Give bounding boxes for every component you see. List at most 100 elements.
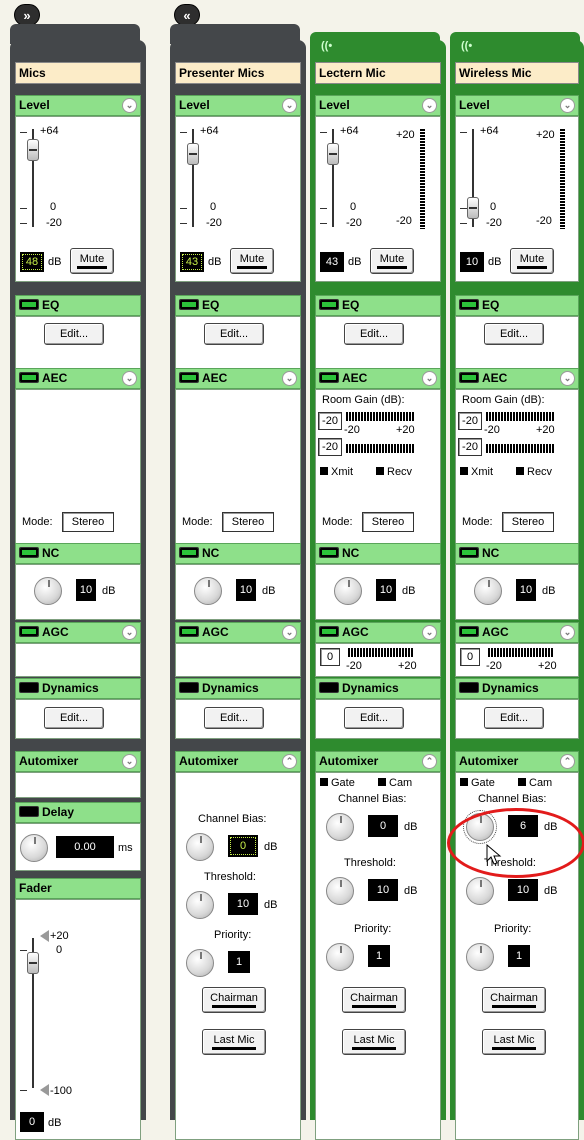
mute-button[interactable]: Mute xyxy=(370,248,414,274)
level-value-display[interactable]: 43 xyxy=(180,252,204,272)
dynamics-edit-button[interactable]: Edit... xyxy=(484,707,544,729)
automixer-header[interactable]: Automixer ⌃ xyxy=(315,751,441,772)
dynamics-header[interactable]: Dynamics xyxy=(175,678,301,699)
chevron-up-icon[interactable]: ⌃ xyxy=(560,754,575,769)
threshold-display[interactable]: 10 xyxy=(368,879,398,901)
nc-knob[interactable] xyxy=(334,577,362,605)
chevron-down-icon[interactable]: ⌄ xyxy=(422,371,437,386)
channel-bias-display[interactable]: 0 xyxy=(368,815,398,837)
dynamics-header[interactable]: Dynamics xyxy=(455,678,579,699)
agc-toggle[interactable] xyxy=(179,626,199,637)
last-mic-button[interactable]: Last Mic xyxy=(202,1029,266,1055)
channel-bias-display[interactable]: 0 xyxy=(228,835,258,857)
aec-header[interactable]: AEC ⌄ xyxy=(455,368,579,389)
chevron-down-icon[interactable]: ⌄ xyxy=(282,98,297,113)
level-header[interactable]: Level ⌄ xyxy=(175,95,301,116)
chevron-down-icon[interactable]: ⌄ xyxy=(122,625,137,640)
aec-toggle[interactable] xyxy=(459,372,479,383)
dynamics-toggle[interactable] xyxy=(319,682,339,693)
dynamics-edit-button[interactable]: Edit... xyxy=(44,707,104,729)
room-gain-input-2[interactable]: -20 xyxy=(458,438,482,456)
eq-edit-button[interactable]: Edit... xyxy=(484,323,544,345)
threshold-display[interactable]: 10 xyxy=(228,893,258,915)
collapse-button-left[interactable]: » xyxy=(14,4,40,26)
agc-toggle[interactable] xyxy=(19,626,39,637)
aec-toggle[interactable] xyxy=(179,372,199,383)
chevron-up-icon[interactable]: ⌃ xyxy=(282,754,297,769)
level-slider-thumb[interactable] xyxy=(27,139,39,161)
nc-toggle[interactable] xyxy=(459,547,479,558)
dynamics-toggle[interactable] xyxy=(19,682,39,693)
chevron-down-icon[interactable]: ⌄ xyxy=(560,625,575,640)
nc-value-display[interactable]: 10 xyxy=(236,579,256,601)
fader-thumb[interactable] xyxy=(27,952,39,974)
collapse-button-right[interactable]: « xyxy=(174,4,200,26)
chevron-down-icon[interactable]: ⌄ xyxy=(122,371,137,386)
dynamics-edit-button[interactable]: Edit... xyxy=(204,707,264,729)
priority-knob[interactable] xyxy=(186,949,214,977)
threshold-knob[interactable] xyxy=(326,877,354,905)
last-mic-button[interactable]: Last Mic xyxy=(342,1029,406,1055)
nc-knob[interactable] xyxy=(474,577,502,605)
chevron-down-icon[interactable]: ⌄ xyxy=(282,371,297,386)
level-header[interactable]: Level ⌄ xyxy=(15,95,141,116)
threshold-knob[interactable] xyxy=(186,891,214,919)
mode-select[interactable]: Stereo xyxy=(222,512,274,532)
chevron-up-icon[interactable]: ⌃ xyxy=(422,754,437,769)
eq-edit-button[interactable]: Edit... xyxy=(344,323,404,345)
nc-header[interactable]: NC xyxy=(15,543,141,564)
chevron-down-icon[interactable]: ⌄ xyxy=(560,98,575,113)
room-gain-input-2[interactable]: -20 xyxy=(318,438,342,456)
eq-header[interactable]: EQ xyxy=(175,295,301,316)
dynamics-toggle[interactable] xyxy=(459,682,479,693)
dynamics-edit-button[interactable]: Edit... xyxy=(344,707,404,729)
level-value-display[interactable]: 10 xyxy=(460,252,484,272)
level-slider-thumb[interactable] xyxy=(187,143,199,165)
agc-header[interactable]: AGC ⌄ xyxy=(455,622,579,643)
nc-knob[interactable] xyxy=(194,577,222,605)
fader-header[interactable]: Fader xyxy=(15,878,141,899)
aec-header[interactable]: AEC ⌄ xyxy=(315,368,441,389)
dynamics-header[interactable]: Dynamics xyxy=(15,678,141,699)
nc-value-display[interactable]: 10 xyxy=(76,579,96,601)
automixer-header[interactable]: Automixer ⌃ xyxy=(175,751,301,772)
eq-toggle[interactable] xyxy=(319,299,339,310)
automixer-header[interactable]: Automixer ⌄ xyxy=(15,751,141,772)
agc-header[interactable]: AGC ⌄ xyxy=(15,622,141,643)
delay-knob[interactable] xyxy=(20,834,48,862)
dynamics-toggle[interactable] xyxy=(179,682,199,693)
eq-edit-button[interactable]: Edit... xyxy=(204,323,264,345)
channel-bias-knob[interactable] xyxy=(326,813,354,841)
eq-edit-button[interactable]: Edit... xyxy=(44,323,104,345)
delay-toggle[interactable] xyxy=(19,806,39,817)
fader-value-display[interactable]: 0 xyxy=(20,1112,44,1132)
chevron-down-icon[interactable]: ⌄ xyxy=(122,754,137,769)
nc-header[interactable]: NC xyxy=(455,543,579,564)
mute-button[interactable]: Mute xyxy=(230,248,274,274)
dynamics-header[interactable]: Dynamics xyxy=(315,678,441,699)
eq-toggle[interactable] xyxy=(19,299,39,310)
nc-header[interactable]: NC xyxy=(175,543,301,564)
automixer-header[interactable]: Automixer ⌃ xyxy=(455,751,579,772)
agc-value-input[interactable]: 0 xyxy=(460,648,480,666)
chevron-down-icon[interactable]: ⌄ xyxy=(422,98,437,113)
agc-header[interactable]: AGC ⌄ xyxy=(315,622,441,643)
aec-header[interactable]: AEC ⌄ xyxy=(175,368,301,389)
mode-select[interactable]: Stereo xyxy=(62,512,114,532)
threshold-display[interactable]: 10 xyxy=(508,879,538,901)
nc-header[interactable]: NC xyxy=(315,543,441,564)
mode-select[interactable]: Stereo xyxy=(362,512,414,532)
room-gain-input-1[interactable]: -20 xyxy=(318,412,342,430)
level-value-display[interactable]: 48 xyxy=(20,252,44,272)
chevron-down-icon[interactable]: ⌄ xyxy=(422,625,437,640)
chairman-button[interactable]: Chairman xyxy=(482,987,546,1013)
level-header[interactable]: Level ⌄ xyxy=(455,95,579,116)
chairman-button[interactable]: Chairman xyxy=(202,987,266,1013)
chevron-down-icon[interactable]: ⌄ xyxy=(122,98,137,113)
eq-toggle[interactable] xyxy=(179,299,199,310)
priority-display[interactable]: 1 xyxy=(228,951,250,973)
aec-header[interactable]: AEC ⌄ xyxy=(15,368,141,389)
priority-knob[interactable] xyxy=(466,943,494,971)
delay-header[interactable]: Delay xyxy=(15,802,141,823)
eq-header[interactable]: EQ xyxy=(455,295,579,316)
